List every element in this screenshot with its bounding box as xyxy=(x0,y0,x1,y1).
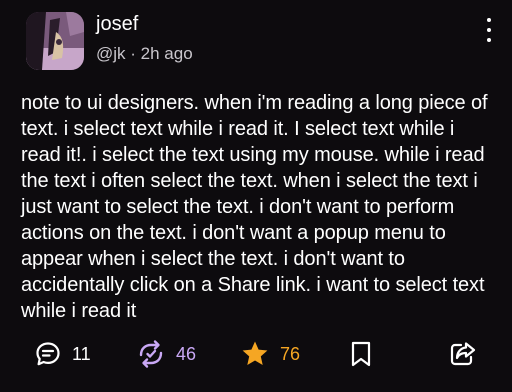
bookmark-button[interactable] xyxy=(348,336,374,372)
star-icon xyxy=(242,341,268,365)
bookmark-icon xyxy=(351,341,371,367)
favourite-button[interactable]: 76 xyxy=(240,336,300,372)
handle-and-time: @jk · 2h ago xyxy=(96,44,193,64)
separator: · xyxy=(125,44,141,63)
action-bar: 11 46 76 xyxy=(0,336,512,372)
favourite-count: 76 xyxy=(280,343,301,364)
post-text: note to ui designers. when i'm reading a… xyxy=(21,92,488,322)
share-icon xyxy=(450,342,476,366)
boost-icon xyxy=(139,340,163,368)
share-button[interactable] xyxy=(448,336,478,372)
post-time[interactable]: 2h ago xyxy=(141,44,193,63)
reply-button[interactable]: 11 xyxy=(34,336,91,372)
boost-button[interactable]: 46 xyxy=(136,336,196,372)
handle[interactable]: @jk xyxy=(96,44,126,63)
boost-count: 46 xyxy=(176,343,197,364)
more-vertical-icon[interactable] xyxy=(484,18,494,42)
reply-icon xyxy=(36,342,60,366)
reply-count: 11 xyxy=(72,343,91,364)
display-name[interactable]: josef xyxy=(96,13,138,36)
avatar[interactable] xyxy=(26,12,84,70)
